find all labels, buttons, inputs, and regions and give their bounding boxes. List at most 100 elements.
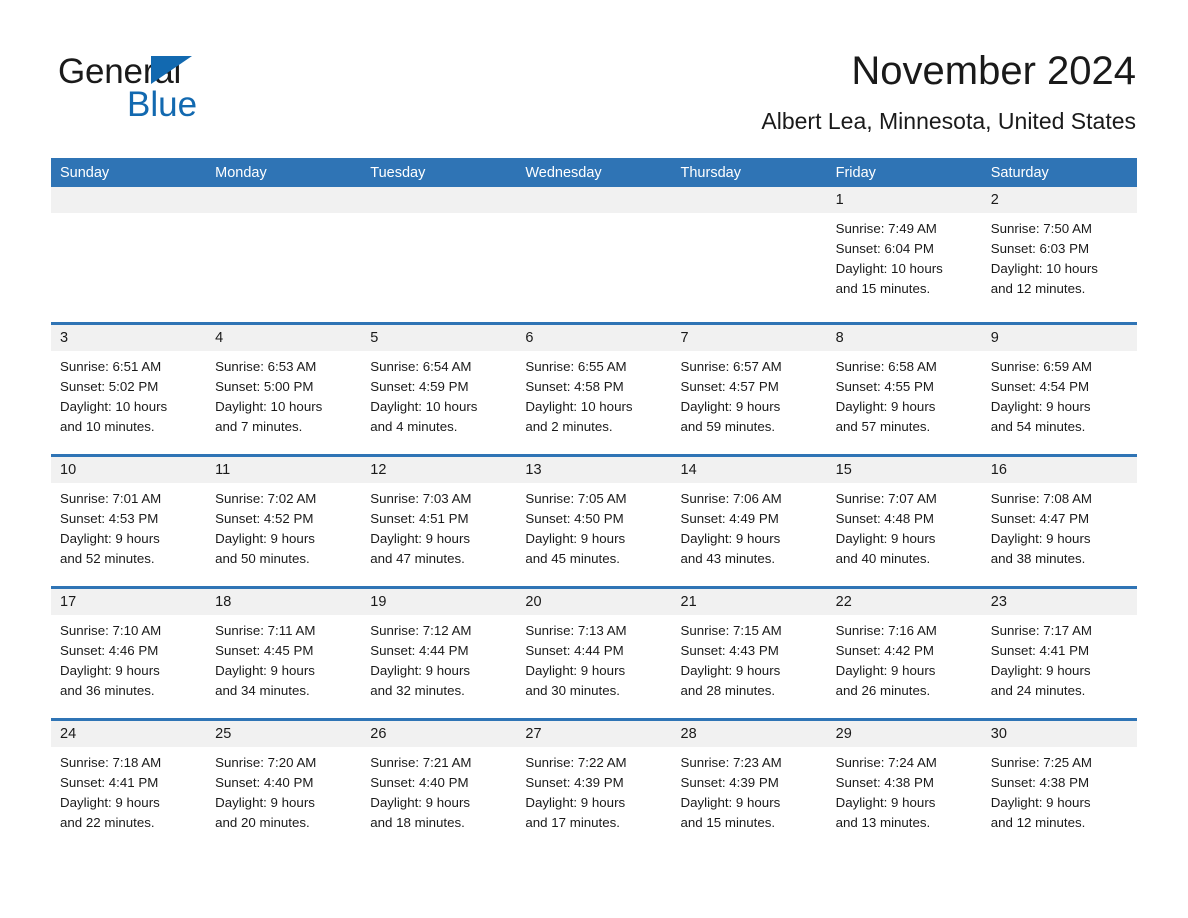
- day-cell[interactable]: 3 Sunrise: 6:51 AM Sunset: 5:02 PM Daylight…: [51, 325, 207, 454]
- day-number: [361, 187, 517, 213]
- sunrise-text: Sunrise: 7:01 AM: [60, 491, 162, 506]
- logo-text-blue: Blue: [127, 85, 198, 124]
- sunset-text: Sunset: 4:40 PM: [370, 775, 469, 790]
- day-details: Sunrise: 7:05 AM Sunset: 4:50 PM Daylight:…: [516, 483, 671, 569]
- day-number: 3: [51, 325, 207, 351]
- day-number: [671, 187, 827, 213]
- calendar-week-row: 1 Sunrise: 7:49 AM Sunset: 6:04 PM Daylight…: [51, 187, 1137, 322]
- sunset-text: Sunset: 4:46 PM: [60, 643, 159, 658]
- sunset-text: Sunset: 4:38 PM: [990, 775, 1090, 790]
- sunset-text: Sunset: 4:40 PM: [215, 775, 314, 790]
- day-cell[interactable]: 20 Sunrise: 7:13 AM Sunset: 4:44 PM Dayligh…: [516, 589, 672, 718]
- daylight-text: Daylight: 9 hours: [990, 663, 1091, 678]
- sunrise-text: Sunrise: 7:17 AM: [990, 623, 1093, 638]
- daylight-text-cont: and 18 minutes.: [370, 815, 465, 830]
- day-cell[interactable]: 15 Sunrise: 7:07 AM Sunset: 4:48 PM Dayligh…: [826, 457, 982, 586]
- day-cell-empty: [51, 187, 207, 322]
- sunrise-text: Sunrise: 6:59 AM: [990, 359, 1093, 374]
- day-number: 14: [671, 457, 827, 483]
- daylight-text: Daylight: 10 hours: [525, 399, 633, 414]
- daylight-text: Daylight: 10 hours: [60, 399, 168, 414]
- day-cell[interactable]: 2 Sunrise: 7:50 AM Sunset: 6:03 PM Daylight…: [981, 187, 1137, 322]
- day-cell[interactable]: 12 Sunrise: 7:03 AM Sunset: 4:51 PM Dayligh…: [361, 457, 517, 586]
- sunset-text: Sunset: 4:52 PM: [215, 511, 314, 526]
- day-cell[interactable]: 22 Sunrise: 7:16 AM Sunset: 4:42 PM Dayligh…: [826, 589, 982, 718]
- day-cell[interactable]: 9 Sunrise: 6:59 AM Sunset: 4:54 PM Daylight…: [981, 325, 1137, 454]
- day-cell[interactable]: 17 Sunrise: 7:10 AM Sunset: 4:46 PM Dayligh…: [51, 589, 207, 718]
- day-cell[interactable]: 19 Sunrise: 7:12 AM Sunset: 4:44 PM Dayligh…: [361, 589, 517, 718]
- sunset-text: Sunset: 4:41 PM: [60, 775, 159, 790]
- day-number: 17: [51, 589, 207, 615]
- generalblue-logo: General Blue: [58, 52, 318, 132]
- day-cell[interactable]: 28 Sunrise: 7:23 AM Sunset: 4:39 PM Dayligh…: [671, 721, 827, 850]
- weekday-header-monday: Monday: [215, 165, 267, 181]
- day-cell[interactable]: 24 Sunrise: 7:18 AM Sunset: 4:41 PM Dayligh…: [51, 721, 207, 850]
- day-cell[interactable]: 13 Sunrise: 7:05 AM Sunset: 4:50 PM Dayligh…: [516, 457, 672, 586]
- sunrise-text: Sunrise: 7:25 AM: [990, 755, 1093, 770]
- day-details: Sunrise: 7:03 AM Sunset: 4:51 PM Daylight:…: [361, 483, 516, 569]
- day-cell[interactable]: 23 Sunrise: 7:17 AM Sunset: 4:41 PM Dayligh…: [981, 589, 1137, 718]
- day-cell[interactable]: 30 Sunrise: 7:25 AM Sunset: 4:38 PM Dayligh…: [981, 721, 1137, 850]
- daylight-text-cont: and 15 minutes.: [680, 815, 776, 830]
- daylight-text: Daylight: 9 hours: [680, 399, 781, 414]
- sunset-text: Sunset: 6:03 PM: [990, 241, 1090, 256]
- day-number: 20: [516, 589, 672, 615]
- calendar-week-row: 3 Sunrise: 6:51 AM Sunset: 5:02 PM Daylight…: [51, 322, 1137, 454]
- daylight-text-cont: and 15 minutes.: [835, 281, 931, 296]
- day-cell[interactable]: 14 Sunrise: 7:06 AM Sunset: 4:49 PM Dayligh…: [671, 457, 827, 586]
- sunrise-text: Sunrise: 7:02 AM: [215, 491, 317, 506]
- day-cell[interactable]: 1 Sunrise: 7:49 AM Sunset: 6:04 PM Daylight…: [826, 187, 982, 322]
- day-cell[interactable]: 21 Sunrise: 7:15 AM Sunset: 4:43 PM Dayligh…: [671, 589, 827, 718]
- day-details: Sunrise: 7:50 AM Sunset: 6:03 PM Daylight:…: [982, 213, 1137, 299]
- daylight-text: Daylight: 9 hours: [680, 531, 781, 546]
- day-cell[interactable]: 18 Sunrise: 7:11 AM Sunset: 4:45 PM Dayligh…: [206, 589, 362, 718]
- title-block: November 2024 Albert Lea, Minnesota, Uni…: [761, 46, 1136, 136]
- day-details: Sunrise: 7:24 AM Sunset: 4:38 PM Daylight:…: [827, 747, 982, 833]
- day-cell[interactable]: 25 Sunrise: 7:20 AM Sunset: 4:40 PM Dayligh…: [206, 721, 362, 850]
- calendar-grid: Sunday Monday Tuesday Wednesday Thursday…: [51, 158, 1137, 850]
- daylight-text-cont: and 54 minutes.: [990, 419, 1086, 434]
- daylight-text: Daylight: 9 hours: [215, 795, 315, 810]
- daylight-text-cont: and 30 minutes.: [525, 683, 620, 698]
- day-cell[interactable]: 4 Sunrise: 6:53 AM Sunset: 5:00 PM Daylight…: [206, 325, 362, 454]
- day-cell[interactable]: 26 Sunrise: 7:21 AM Sunset: 4:40 PM Dayligh…: [361, 721, 517, 850]
- sunrise-text: Sunrise: 6:53 AM: [215, 359, 317, 374]
- sunset-text: Sunset: 4:49 PM: [680, 511, 779, 526]
- day-cell[interactable]: 7 Sunrise: 6:57 AM Sunset: 4:57 PM Daylight…: [671, 325, 827, 454]
- day-cell[interactable]: 11 Sunrise: 7:02 AM Sunset: 4:52 PM Dayligh…: [206, 457, 362, 586]
- day-number: 30: [981, 721, 1137, 747]
- day-cell[interactable]: 16 Sunrise: 7:08 AM Sunset: 4:47 PM Dayligh…: [981, 457, 1137, 586]
- day-details: Sunrise: 7:21 AM Sunset: 4:40 PM Daylight:…: [361, 747, 516, 833]
- weekday-header-saturday: Saturday: [990, 165, 1049, 181]
- day-number: [516, 187, 672, 213]
- daylight-text: Daylight: 9 hours: [60, 663, 160, 678]
- day-details: Sunrise: 7:11 AM Sunset: 4:45 PM Daylight:…: [206, 615, 361, 701]
- page-subtitle: Albert Lea, Minnesota, United States: [761, 108, 1136, 134]
- day-cell[interactable]: 29 Sunrise: 7:24 AM Sunset: 4:38 PM Dayligh…: [826, 721, 982, 850]
- sunset-text: Sunset: 5:00 PM: [215, 379, 314, 394]
- sunrise-text: Sunrise: 7:49 AM: [835, 221, 937, 236]
- day-details: Sunrise: 7:23 AM Sunset: 4:39 PM Daylight:…: [672, 747, 827, 833]
- day-details: Sunrise: 6:57 AM Sunset: 4:57 PM Daylight:…: [672, 351, 827, 437]
- daylight-text-cont: and 45 minutes.: [525, 551, 620, 566]
- day-cell-empty: [671, 187, 827, 322]
- sunrise-text: Sunrise: 7:24 AM: [835, 755, 937, 770]
- sunset-text: Sunset: 4:48 PM: [835, 511, 934, 526]
- day-details: Sunrise: 7:10 AM Sunset: 4:46 PM Daylight:…: [51, 615, 206, 701]
- daylight-text: Daylight: 9 hours: [525, 531, 626, 546]
- day-cell[interactable]: 6 Sunrise: 6:55 AM Sunset: 4:58 PM Daylight…: [516, 325, 672, 454]
- day-cell[interactable]: 8 Sunrise: 6:58 AM Sunset: 4:55 PM Daylight…: [826, 325, 982, 454]
- day-cell-empty: [361, 187, 517, 322]
- day-cell[interactable]: 10 Sunrise: 7:01 AM Sunset: 4:53 PM Dayligh…: [51, 457, 207, 586]
- day-number: 13: [516, 457, 672, 483]
- calendar-week-row: 17 Sunrise: 7:10 AM Sunset: 4:46 PM Dayligh…: [51, 586, 1137, 718]
- day-number: 12: [361, 457, 517, 483]
- day-details: Sunrise: 7:07 AM Sunset: 4:48 PM Daylight:…: [827, 483, 982, 569]
- day-cell[interactable]: 5 Sunrise: 6:54 AM Sunset: 4:59 PM Daylight…: [361, 325, 517, 454]
- sunset-text: Sunset: 4:57 PM: [680, 379, 779, 394]
- weekday-header-thursday: Thursday: [680, 165, 741, 181]
- daylight-text-cont: and 50 minutes.: [215, 551, 310, 566]
- daylight-text-cont: and 22 minutes.: [60, 815, 155, 830]
- day-cell[interactable]: 27 Sunrise: 7:22 AM Sunset: 4:39 PM Dayligh…: [516, 721, 672, 850]
- daylight-text: Daylight: 10 hours: [215, 399, 323, 414]
